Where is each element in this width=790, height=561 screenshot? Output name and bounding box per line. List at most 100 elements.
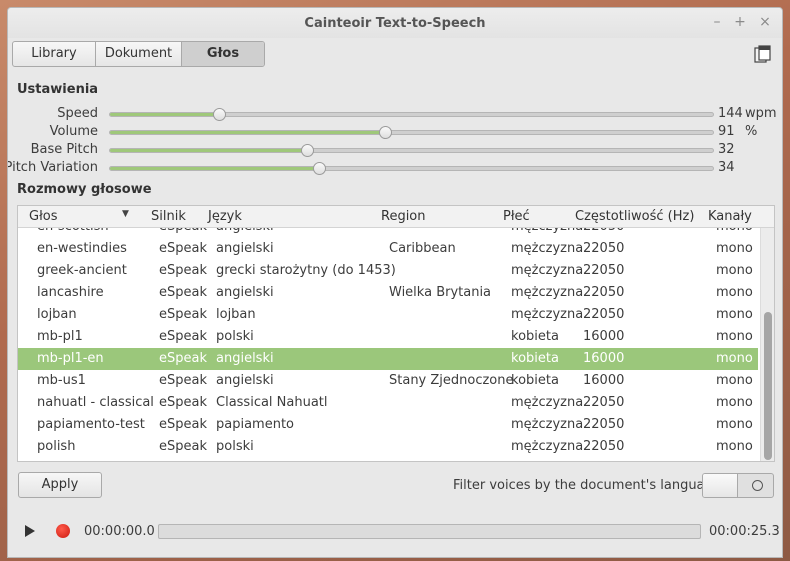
table-row[interactable]: lojban eSpeak lojban mężczyzna 22050 mono [18,304,758,326]
col-channels-cell: mono [716,285,753,300]
col-frequency-header[interactable]: Częstotliwość (Hz) [575,209,694,224]
setting-slider[interactable] [109,144,714,157]
slider-fill [110,131,386,134]
col-frequency-cell: 22050 [583,307,625,322]
col-language-cell: angielski [216,241,274,256]
slider-fill [110,149,307,152]
col-language-cell: angielski [216,285,274,300]
table-row-selected[interactable]: mb-pl1-en eSpeak angielski kobieta 16000 mono [18,348,758,370]
col-language-cell: polski [216,329,254,344]
col-engine-header[interactable]: Silnik [151,209,186,224]
slider-knob[interactable] [300,144,314,157]
col-language-cell: papiamento [216,417,294,432]
table-row[interactable]: lancashire eSpeak angielski Wielka Brytania… [18,282,758,304]
setting-row: Base Pitch 32 [8,141,782,159]
col-frequency-cell: 22050 [583,228,624,234]
col-engine-cell: eSpeak [159,263,207,278]
col-voice-cell: papiamento-test [37,417,145,432]
tab-voice[interactable]: Głos [182,42,264,66]
col-gender-cell: mężczyzna [511,395,584,410]
table-row[interactable]: mb-pl1 eSpeak polski kobieta 16000 mono [18,326,758,348]
setting-slider[interactable] [109,162,714,175]
col-engine-cell: eSpeak [159,241,207,256]
tab-library[interactable]: Library [13,42,96,66]
col-frequency-cell: 16000 [583,329,625,344]
col-channels-cell: mono [716,263,753,278]
col-channels-cell: mono [716,417,753,432]
col-language-cell: grecki starożytny (do 1453) [216,263,396,278]
col-voice-cell: en-scottish [37,228,109,234]
table-row[interactable]: greek-ancient eSpeak grecki starożytny (do… [18,260,758,282]
maximize-button[interactable]: + [732,14,748,30]
col-region-cell: Caribbean [389,241,456,256]
col-language-header[interactable]: Język [208,209,242,224]
col-channels-cell: mono [716,329,753,344]
col-channels-cell: mono [716,351,753,366]
slider-knob[interactable] [312,162,326,175]
setting-label: Speed [57,106,98,121]
table-row[interactable]: papiamento-test eSpeak papiamento mężczyzna… [18,414,758,436]
slider-fill [110,167,319,170]
toggle-knob [703,474,738,497]
setting-unit: wpm [745,106,777,121]
col-gender-cell: mężczyzna [511,307,584,322]
col-channels-cell: mono [716,373,753,388]
apply-button[interactable]: Apply [18,472,102,498]
col-gender-cell: mężczyzna [511,263,584,278]
col-frequency-cell: 22050 [583,395,625,410]
col-gender-cell: mężczyzna [511,228,583,234]
col-frequency-cell: 22050 [583,439,625,454]
playback-progress[interactable] [158,524,701,539]
col-voice-cell: lojban [37,307,77,322]
setting-unit: % [745,124,758,139]
col-frequency-cell: 16000 [583,351,625,366]
table-row[interactable]: en-scottish eSpeak angielski mężczyzna22050… [18,228,758,238]
col-gender-header[interactable]: Płeć [503,209,530,224]
setting-value: 34 [718,160,735,175]
table-row[interactable]: polish eSpeak polski mężczyzna 22050 mono [18,436,758,458]
col-frequency-cell: 22050 [583,263,625,278]
col-gender-cell: mężczyzna [511,417,584,432]
setting-row: Volume 91% [8,123,782,141]
setting-slider[interactable] [109,108,714,121]
slider-fill [110,113,219,116]
slider-knob[interactable] [379,126,393,139]
col-voice-cell: lancashire [37,285,104,300]
app-window: Cainteoir Text-to-Speech – + × Library D… [7,7,783,558]
col-voice-cell: mb-pl1 [37,329,83,344]
col-engine-cell: eSpeak [159,307,207,322]
table-row[interactable]: nahuatl - classical eSpeak Classical Nahua… [18,392,758,414]
col-voice-cell: mb-us1 [37,373,86,388]
view-tabs: Library Dokument Głos [12,41,265,67]
table-scrollbar[interactable] [760,228,774,461]
col-gender-cell: kobieta [511,373,559,388]
col-region-header[interactable]: Region [381,209,426,224]
setting-slider[interactable] [109,126,714,139]
col-engine-cell: eSpeak [159,228,207,234]
play-icon[interactable] [24,524,36,538]
settings-heading: Ustawienia [17,82,99,97]
filter-toggle[interactable] [702,473,774,498]
setting-label: Base Pitch [30,142,98,157]
table-body: en-scottisheSpeakangielskimężczyzna22050… [18,228,758,461]
toggle-off-icon [752,480,763,491]
minimize-button[interactable]: – [709,14,725,30]
library-book-icon[interactable] [754,45,772,63]
col-voice-cell: mb-pl1-en [37,351,104,366]
col-gender-cell: mężczyzna [511,439,584,454]
col-gender-cell: kobieta [511,351,559,366]
col-engine-cell: eSpeak [159,285,207,300]
scrollbar-thumb[interactable] [764,312,772,460]
slider-knob[interactable] [212,108,226,121]
tab-document[interactable]: Dokument [96,42,182,66]
col-voice-cell: greek-ancient [37,263,127,278]
col-channels-cell: mono [716,307,753,322]
col-channels-header[interactable]: Kanały [708,209,752,224]
record-icon[interactable] [56,524,70,538]
col-voice-cell: en-westindies [37,241,127,256]
table-row[interactable]: mb-us1 eSpeak angielski Stany Zjednoczone ko… [18,370,758,392]
setting-value: 144 [718,106,743,121]
col-voice-header[interactable]: Głos [29,209,58,224]
close-button[interactable]: × [757,14,773,30]
table-row[interactable]: en-westindies eSpeak angielski Caribbean męż… [18,238,758,260]
